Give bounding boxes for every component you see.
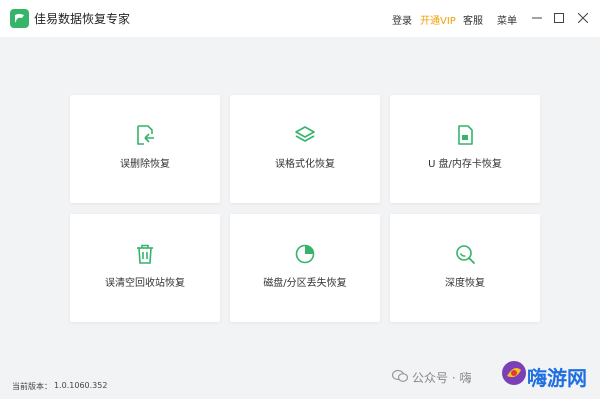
card-label: 误格式化恢复 xyxy=(275,159,335,170)
maximize-icon xyxy=(554,13,564,23)
sd-card-icon xyxy=(453,123,477,147)
card-deleted-recovery[interactable]: 误删除恢复 xyxy=(70,95,220,203)
site-logo-icon xyxy=(502,361,526,385)
version-value: 1.0.1060.352 xyxy=(54,381,108,390)
card-label: 磁盘/分区丢失恢复 xyxy=(263,278,347,289)
minimize-icon xyxy=(532,17,542,19)
app-logo-icon xyxy=(10,9,29,28)
card-recycle-bin-recovery[interactable]: 误清空回收站恢复 xyxy=(70,214,220,322)
app-title: 佳易数据恢复专家 xyxy=(34,12,131,26)
card-label: 深度恢复 xyxy=(445,278,485,289)
search-icon xyxy=(453,242,477,266)
card-label: 误清空回收站恢复 xyxy=(105,278,185,289)
close-icon xyxy=(578,13,588,23)
watermark-text: 公众号 · 嗨 xyxy=(412,371,472,385)
site-watermark-text: 嗨游网 xyxy=(527,366,587,390)
card-format-recovery[interactable]: 误格式化恢复 xyxy=(230,95,380,203)
layers-icon xyxy=(293,123,317,147)
minimize-button[interactable] xyxy=(529,10,545,26)
wechat-icon xyxy=(392,369,408,382)
card-usb-recovery[interactable]: U 盘/内存卡恢复 xyxy=(390,95,540,203)
title-bar: 佳易数据恢复专家 登录 开通VIP 客服 菜单 xyxy=(0,0,600,37)
close-button[interactable] xyxy=(575,10,591,26)
trash-icon xyxy=(133,242,157,266)
login-link[interactable]: 登录 xyxy=(392,12,412,27)
card-partition-recovery[interactable]: 磁盘/分区丢失恢复 xyxy=(230,214,380,322)
service-link[interactable]: 客服 xyxy=(463,12,483,27)
card-label: 误删除恢复 xyxy=(120,159,170,170)
card-deep-recovery[interactable]: 深度恢复 xyxy=(390,214,540,322)
main-area: 误删除恢复 误格式化恢复 U 盘/内存卡恢复 误清空回收站恢复 磁盘/分区丢失恢… xyxy=(0,37,600,373)
maximize-button[interactable] xyxy=(551,10,567,26)
vip-link[interactable]: 开通VIP xyxy=(420,12,456,27)
menu-link[interactable]: 菜单 xyxy=(497,12,517,27)
pie-chart-icon xyxy=(293,242,317,266)
card-label: U 盘/内存卡恢复 xyxy=(428,159,502,170)
version-label: 当前版本： xyxy=(12,382,52,391)
file-restore-icon xyxy=(133,123,157,147)
